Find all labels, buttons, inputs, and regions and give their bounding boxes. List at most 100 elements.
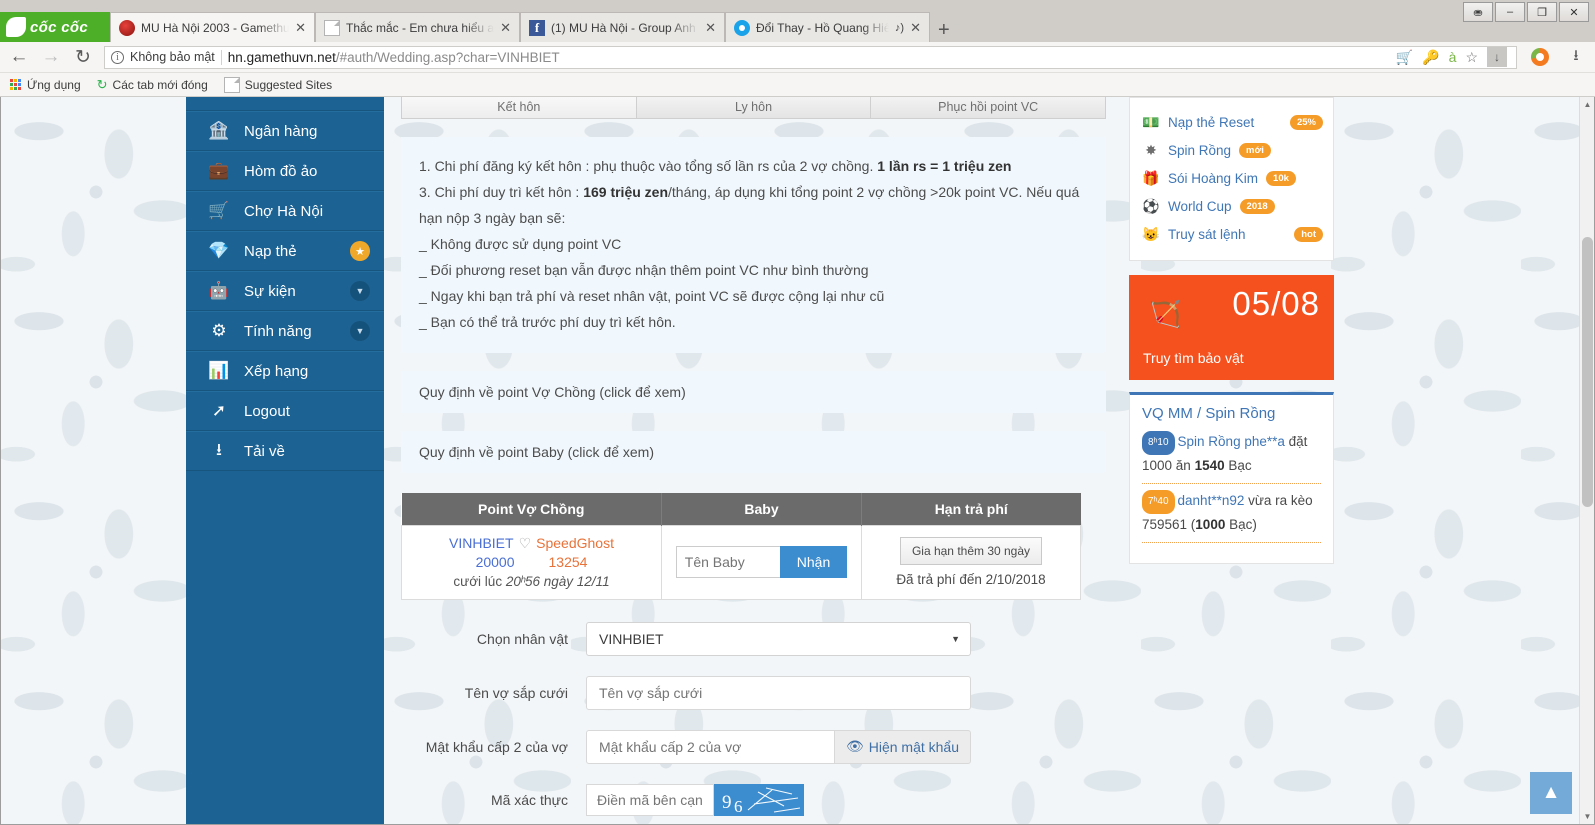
rule-line-2: 3. Chi phí duy trì kết hôn : 169 triệu z… — [419, 184, 1080, 226]
activity-feed-card: VQ MM / Spin Rồng 8ʰ10 Spin Rồng phe**a đ… — [1129, 392, 1334, 564]
download-icon[interactable]: ↓ — [1487, 47, 1507, 67]
forward-button[interactable]: → — [40, 46, 62, 68]
claim-baby-button[interactable]: Nhận — [779, 546, 848, 578]
tab-ket-hon[interactable]: Kết hôn — [401, 97, 637, 119]
sidebar-item-nap-the[interactable]: 💎 Nạp thẻ ★ — [186, 231, 384, 271]
chevron-down-icon: ▼ — [951, 633, 960, 644]
downloads-button[interactable]: ⭳ — [1565, 45, 1587, 70]
feed-user: Spin Rồng phe**a — [1177, 434, 1285, 449]
sidebar-item-clipped[interactable] — [186, 97, 384, 111]
wife-name[interactable]: SpeedGhost — [536, 535, 614, 551]
event-banner[interactable]: 🏹 05/08 Truy tìm bảo vật — [1129, 275, 1334, 380]
close-icon[interactable]: ✕ — [705, 20, 716, 36]
browser-tab-3-title: (1) MU Hà Nội - Group Anh E — [551, 20, 700, 35]
sidebar-item-label: Tính năng — [244, 322, 312, 340]
translate-icon[interactable]: à — [1449, 49, 1457, 65]
browser-tab-4[interactable]: Đổi Thay - Hồ Quang Hiế ♪) ✕ — [725, 12, 930, 42]
promo-badge: hot — [1294, 226, 1323, 242]
sidebar-item-xep-hang[interactable]: 📊 Xếp hạng — [186, 351, 384, 391]
cart-icon: 🛒 — [208, 201, 230, 220]
wife-name-input[interactable] — [586, 675, 971, 710]
bookmark-suggested-sites[interactable]: Suggested Sites — [223, 76, 332, 93]
wife-password-input[interactable] — [586, 729, 835, 764]
browser-tab-1[interactable]: MU Hà Nội 2003 - GamethuV ✕ — [110, 12, 315, 42]
cart-icon[interactable]: 🛒 — [1396, 49, 1413, 66]
audio-playing-icon[interactable]: ♪) — [895, 22, 904, 34]
reload-icon[interactable]: ↻ — [72, 46, 94, 69]
close-icon[interactable]: ✕ — [295, 20, 306, 36]
captcha-image[interactable]: 9 6 — [714, 783, 804, 816]
field-label: Mã xác thực — [490, 791, 568, 808]
chevron-down-icon[interactable]: ▼ — [350, 281, 370, 301]
page-vertical-scrollbar[interactable]: ▲ ▼ — [1579, 97, 1594, 824]
sidebar-item-tai-ve[interactable]: ⭳ Tải về — [186, 431, 384, 471]
rule-line-1: 1. Chi phí đăng ký kết hôn : phụ thuộc v… — [419, 158, 1012, 174]
sidebar-item-ngan-hang[interactable]: 🏦 Ngân hàng — [186, 111, 384, 151]
sidebar-item-su-kien[interactable]: 🤖 Sự kiện ▼ — [186, 271, 384, 311]
scrollbar-thumb[interactable] — [1582, 237, 1593, 507]
feed-item[interactable]: 8ʰ10 Spin Rồng phe**a đặt 1000 ăn 1540 Bạ… — [1142, 431, 1321, 484]
promo-soi-hoang-kim[interactable]: 🎁 Sói Hoàng Kim 10k — [1142, 164, 1323, 192]
scroll-down-arrow-icon[interactable]: ▼ — [1580, 809, 1594, 824]
chevron-down-icon[interactable]: ▼ — [350, 321, 370, 341]
husband-name[interactable]: VINHBIET — [449, 535, 514, 551]
browser-tab-2[interactable]: Thắc mắc - Em chưa hiểu anh ✕ — [315, 12, 520, 42]
show-password-button[interactable]: 👁 Hiện mật khẩu — [834, 729, 971, 764]
user-profile-button[interactable]: ⛂ — [1463, 2, 1493, 22]
sidebar-item-tinh-nang[interactable]: ⚙ Tính năng ▼ — [186, 311, 384, 351]
wife-points: 13254 — [548, 553, 588, 570]
banknote-icon: 💵 — [1142, 113, 1160, 130]
right-sidebar: 💵 Nạp thẻ Reset 25% ✸ Spin Rồng mới 🎁 Só… — [1129, 97, 1334, 824]
tab-ly-hon[interactable]: Ly hôn — [636, 97, 872, 119]
feed-text-b: Bạc) — [1225, 517, 1257, 532]
form-row-captcha: Mã xác thực 9 6 — [401, 783, 1106, 816]
event-caption: Truy tìm bảo vật — [1143, 350, 1244, 366]
scroll-up-arrow-icon[interactable]: ▲ — [1580, 97, 1594, 112]
key-icon[interactable]: 🔑 — [1422, 49, 1439, 66]
android-icon: 🤖 — [208, 281, 230, 300]
column-header-han-tra-phi: Hạn trả phí — [861, 493, 1081, 525]
captcha-input[interactable] — [586, 783, 714, 816]
bookmark-reopen-tabs[interactable]: ↻ Các tab mới đóng — [97, 77, 208, 93]
facebook-icon: f — [529, 19, 545, 36]
omnibox[interactable]: i Không bảo mật hn.gamethuvn.net/#auth/W… — [104, 45, 1517, 69]
collapsible-point-vo-chong[interactable]: Quy định về point Vợ Chồng (click để xem… — [401, 371, 1106, 413]
star-icon[interactable]: ☆ — [1465, 49, 1478, 66]
sidebar-item-hom-do-ao[interactable]: 💼 Hòm đồ ảo — [186, 151, 384, 191]
bookmark-apps[interactable]: Ứng dụng — [10, 78, 81, 92]
extend-30-days-button[interactable]: Gia hạn thêm 30 ngày — [899, 537, 1043, 565]
feed-item[interactable]: 7ʰ40 danht**n92 vừa ra kèo 759561 (1000 B… — [1142, 490, 1321, 543]
baby-name-input[interactable] — [675, 546, 780, 578]
promo-spin-rong[interactable]: ✸ Spin Rồng mới — [1142, 136, 1323, 164]
browser-tab-3[interactable]: f (1) MU Hà Nội - Group Anh E ✕ — [520, 12, 725, 42]
spinner-icon: ✸ — [1145, 141, 1157, 158]
sidebar-item-label: Xếp hạng — [244, 362, 309, 380]
back-to-top-button[interactable]: ▲ — [1530, 772, 1572, 814]
close-window-button[interactable]: ✕ — [1559, 2, 1589, 22]
coccoc-brand-tab[interactable]: cốc cốc — [0, 12, 110, 42]
adblock-extension-icon[interactable] — [1531, 48, 1549, 66]
address-bar-row: ← → ↻ i Không bảo mật hn.gamethuvn.net/#… — [0, 42, 1595, 73]
character-select[interactable]: VINHBIET ▼ — [586, 621, 971, 656]
tab-phuc-hoi-point-vc[interactable]: Phục hồi point VC — [871, 97, 1107, 119]
close-icon[interactable]: ✕ — [500, 20, 511, 36]
sidebar-item-label: Chợ Hà Nội — [244, 202, 324, 220]
new-tab-button[interactable]: + — [938, 20, 950, 40]
maximize-button[interactable]: ❐ — [1527, 2, 1557, 22]
back-button[interactable]: ← — [8, 46, 30, 68]
sidebar-item-label: Tải về — [244, 442, 285, 460]
promo-world-cup[interactable]: ⚽ World Cup 2018 — [1142, 192, 1323, 220]
close-icon[interactable]: ✕ — [910, 20, 921, 36]
collapsible-point-baby[interactable]: Quy định về point Baby (click để xem) — [401, 431, 1106, 473]
feed-title[interactable]: VQ MM / Spin Rồng — [1142, 405, 1321, 422]
promo-truy-sat-lenh[interactable]: 😺 Truy sát lệnh hot — [1142, 220, 1323, 248]
info-icon[interactable]: i — [111, 50, 124, 64]
document-icon — [223, 76, 240, 93]
minimize-button[interactable]: – — [1495, 2, 1525, 22]
sidebar-item-cho-ha-noi[interactable]: 🛒 Chợ Hà Nội — [186, 191, 384, 231]
table-header-row: Point Vợ Chồng Baby Hạn trả phí — [401, 493, 1081, 525]
promo-nap-the-reset[interactable]: 💵 Nạp thẻ Reset 25% — [1142, 108, 1323, 136]
soccer-ball-icon: ⚽ — [1142, 197, 1160, 214]
sidebar-item-logout[interactable]: ➚ Logout — [186, 391, 384, 431]
divider — [220, 49, 222, 65]
